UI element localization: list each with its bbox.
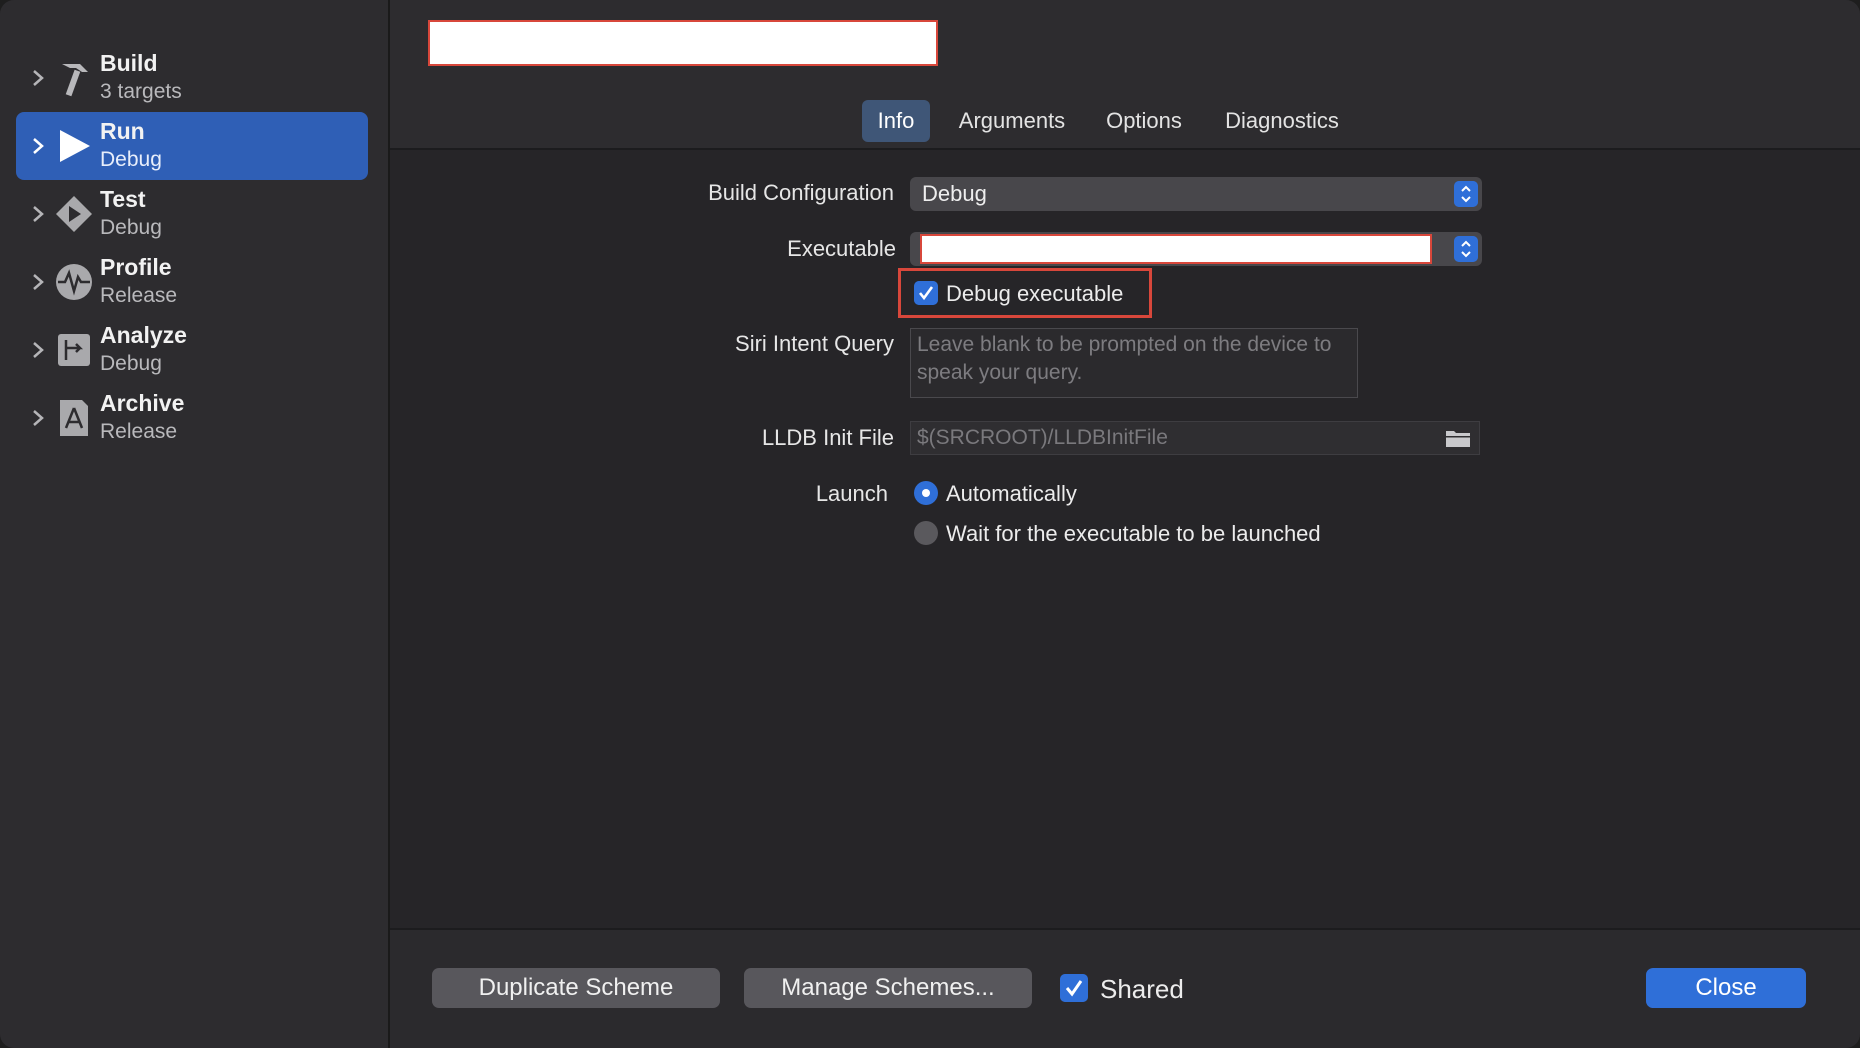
profile-waveform-icon	[56, 264, 92, 300]
shared-checkbox[interactable]	[1060, 974, 1088, 1002]
sidebar-item-analyze[interactable]: Analyze Debug	[16, 316, 368, 384]
duplicate-scheme-button[interactable]: Duplicate Scheme	[432, 968, 720, 1008]
sidebar-item-run[interactable]: Run Debug	[16, 112, 368, 180]
build-configuration-label: Build Configuration	[708, 180, 894, 205]
siri-intent-query-label: Siri Intent Query	[735, 331, 894, 356]
executable-value-field	[920, 234, 1432, 264]
lldb-init-file-label: LLDB Init File	[761, 425, 894, 450]
dialog-footer: Duplicate Scheme Manage Schemes... Share…	[390, 928, 1860, 1048]
sidebar-item-archive[interactable]: Archive Release	[16, 384, 368, 452]
hammer-icon	[62, 64, 88, 97]
chevron-right-icon[interactable]	[28, 134, 48, 158]
sidebar-item-title: Run	[100, 118, 145, 144]
sidebar-item-subtitle: Release	[100, 284, 178, 307]
sidebar-item-title: Archive	[100, 390, 185, 416]
test-diamond-icon	[56, 196, 92, 232]
tab-options[interactable]: Options	[1096, 100, 1192, 142]
tab-diagnostics[interactable]: Diagnostics	[1212, 100, 1352, 142]
lldb-init-file-field[interactable]: $(SRCROOT)/LLDBInitFile	[910, 421, 1480, 455]
shared-label: Shared	[1100, 974, 1184, 1004]
launch-wait-radio[interactable]	[914, 521, 938, 545]
executable-label: Executable	[787, 236, 896, 261]
scheme-name-field[interactable]	[428, 20, 938, 66]
executable-popup[interactable]	[910, 232, 1482, 266]
analyze-icon	[58, 334, 90, 366]
scheme-editor-window: Build 3 targets Run Debug Test Debug Pro…	[0, 0, 1860, 1048]
chevron-right-icon[interactable]	[28, 270, 48, 294]
sidebar-item-title: Profile	[100, 254, 172, 280]
sidebar-item-title: Build	[100, 50, 158, 76]
tab-arguments[interactable]: Arguments	[950, 100, 1074, 142]
sidebar-item-subtitle: Debug	[100, 148, 162, 171]
sidebar-item-build[interactable]: Build 3 targets	[16, 44, 368, 112]
sidebar-item-title: Analyze	[100, 322, 187, 348]
sidebar-item-profile[interactable]: Profile Release	[16, 248, 368, 316]
chevron-right-icon[interactable]	[28, 202, 48, 226]
popup-stepper-icon	[1454, 236, 1478, 262]
sidebar-item-title: Test	[100, 186, 146, 212]
sidebar-item-subtitle: 3 targets	[100, 80, 182, 103]
sidebar-item-subtitle: Release	[100, 420, 178, 443]
scheme-actions-sidebar: Build 3 targets Run Debug Test Debug Pro…	[0, 0, 390, 1048]
siri-intent-query-field[interactable]: Leave blank to be prompted on the device…	[910, 328, 1358, 398]
chevron-right-icon[interactable]	[28, 66, 48, 90]
sidebar-item-test[interactable]: Test Debug	[16, 180, 368, 248]
build-configuration-popup[interactable]: Debug	[910, 177, 1482, 211]
sidebar-item-subtitle: Debug	[100, 352, 162, 375]
tab-info[interactable]: Info	[862, 100, 930, 142]
launch-wait-label: Wait for the executable to be launched	[946, 521, 1321, 546]
build-configuration-value: Debug	[922, 181, 987, 206]
scheme-settings-panel: Info Arguments Options Diagnostics Build…	[390, 0, 1860, 1048]
lldb-init-file-placeholder: $(SRCROOT)/LLDBInitFile	[917, 426, 1168, 449]
debug-executable-label: Debug executable	[946, 281, 1124, 306]
play-icon	[60, 130, 90, 162]
chevron-right-icon[interactable]	[28, 338, 48, 362]
chevron-right-icon[interactable]	[28, 406, 48, 430]
folder-icon[interactable]	[1445, 428, 1471, 448]
debug-executable-checkbox[interactable]	[914, 281, 938, 305]
launch-automatically-label: Automatically	[946, 481, 1077, 506]
popup-stepper-icon	[1454, 181, 1478, 207]
launch-automatically-radio[interactable]	[914, 481, 938, 505]
sidebar-item-subtitle: Debug	[100, 216, 162, 239]
launch-label: Launch	[815, 481, 888, 506]
manage-schemes-button[interactable]: Manage Schemes...	[744, 968, 1032, 1008]
archive-icon	[60, 400, 88, 436]
scheme-header: Info Arguments Options Diagnostics	[390, 0, 1860, 150]
close-button[interactable]: Close	[1646, 968, 1806, 1008]
